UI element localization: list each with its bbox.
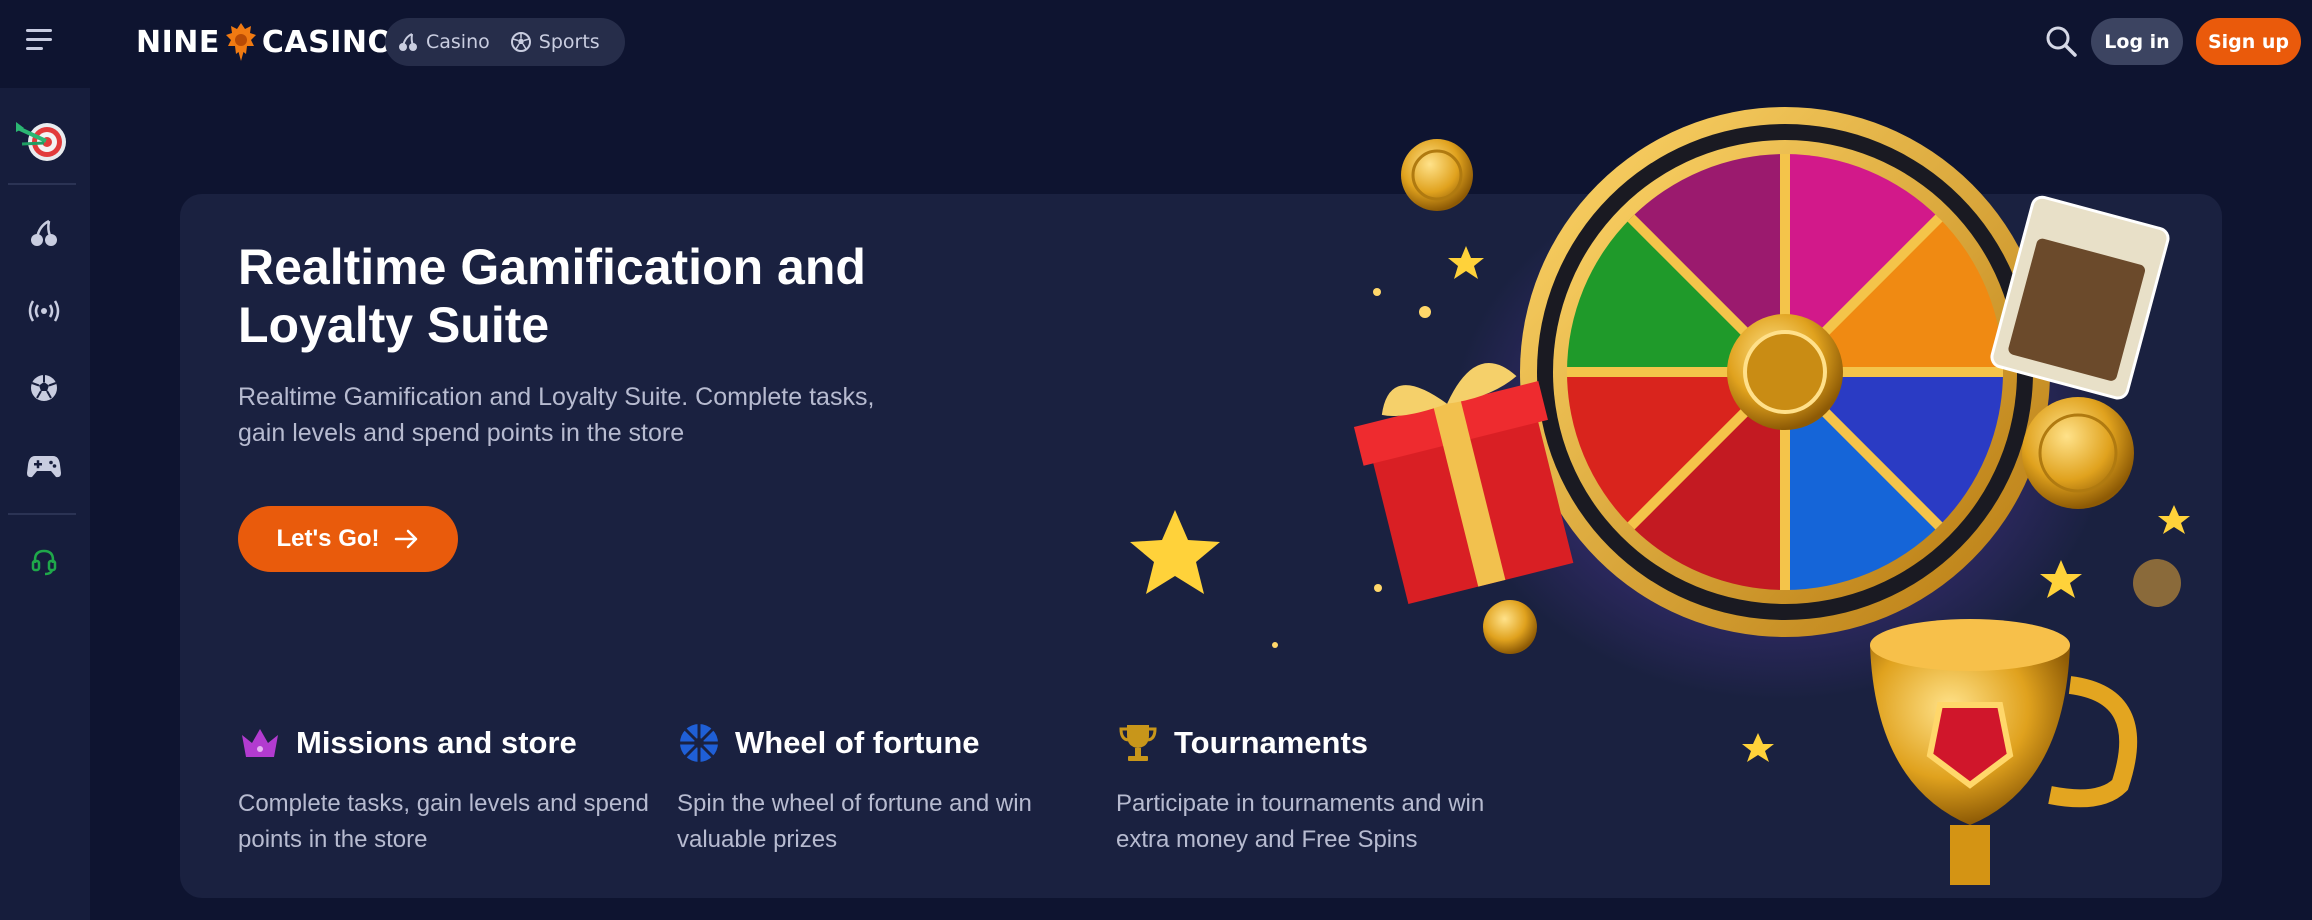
- nav-sports-label: Sports: [538, 31, 600, 53]
- feature-tournaments: Tournaments Participate in tournaments a…: [1116, 720, 1536, 858]
- menu-icon[interactable]: [26, 29, 56, 53]
- lion-logo-icon: [225, 23, 256, 61]
- login-button[interactable]: Log in: [2091, 18, 2183, 65]
- sidebar: [0, 88, 90, 920]
- feature-title: Tournaments: [1174, 725, 1369, 760]
- sidebar-item-games[interactable]: [22, 444, 66, 488]
- logo[interactable]: NINE CASINO: [136, 18, 394, 66]
- sidebar-divider: [8, 513, 76, 515]
- sidebar-divider: [8, 183, 76, 185]
- sidebar-item-sports[interactable]: [22, 366, 66, 410]
- nav-casino-label: Casino: [426, 31, 490, 53]
- banner-title: Realtime Gamification and Loyalty Suite: [238, 239, 866, 353]
- main-nav: Casino Sports: [385, 18, 625, 66]
- feature-title: Wheel of fortune: [735, 725, 980, 760]
- gamepad-icon: [27, 456, 61, 478]
- headset-support-icon: [31, 549, 57, 576]
- sidebar-item-live[interactable]: [22, 289, 66, 333]
- soccer-ball-icon: [31, 375, 57, 401]
- nav-casino[interactable]: Casino: [397, 31, 490, 53]
- lets-go-label: Let's Go!: [276, 525, 380, 552]
- soccer-ball-icon: [510, 32, 531, 52]
- logo-text-nine: NINE: [136, 24, 220, 60]
- sidebar-item-support[interactable]: [22, 540, 66, 584]
- dartboard-promo-icon: [16, 122, 66, 161]
- fortune-wheel-icon: [680, 724, 718, 762]
- crown-icon: [242, 729, 278, 757]
- logo-text-casino: CASINO: [261, 24, 394, 60]
- nav-sports[interactable]: Sports: [510, 31, 600, 53]
- trophy-icon: [1119, 725, 1157, 761]
- sidebar-item-promotions[interactable]: [14, 112, 70, 168]
- search-icon[interactable]: [2044, 24, 2078, 58]
- arrow-right-icon: [394, 529, 417, 549]
- sidebar-item-casino[interactable]: [22, 211, 66, 255]
- cherry-icon: [31, 219, 57, 246]
- banner-description: Realtime Gamification and Loyalty Suite.…: [238, 383, 875, 447]
- feature-description: Participate in tournaments and win extra…: [1116, 790, 1485, 853]
- cherry-icon: [399, 33, 417, 51]
- lets-go-button[interactable]: Let's Go!: [238, 506, 458, 572]
- signup-button[interactable]: Sign up: [2196, 18, 2301, 65]
- live-broadcast-icon: [28, 300, 60, 322]
- top-header: NINE CASINO Casino Sports Log in Sign up: [0, 0, 2312, 82]
- feature-missions: Missions and store Complete tasks, gain …: [238, 720, 658, 858]
- feature-title: Missions and store: [296, 725, 577, 760]
- feature-description: Spin the wheel of fortune and win valuab…: [677, 790, 1032, 853]
- feature-description: Complete tasks, gain levels and spend po…: [238, 790, 649, 853]
- feature-wheel: Wheel of fortune Spin the wheel of fortu…: [677, 720, 1097, 858]
